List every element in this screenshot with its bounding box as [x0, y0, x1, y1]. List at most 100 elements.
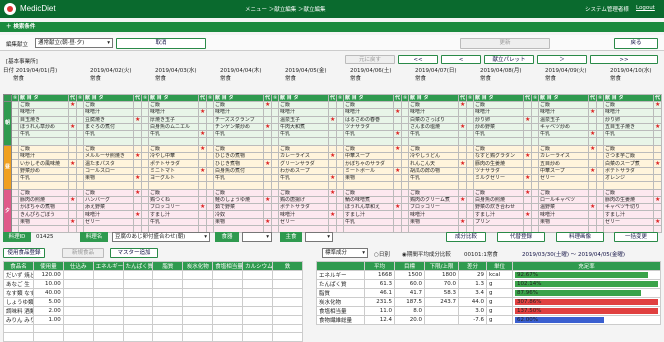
meal-dish[interactable]: カレーライス [538, 152, 589, 161]
ingredient-row[interactable]: しょうゆ類 5.00 [3, 297, 303, 307]
ingredient-cell[interactable]: みりん みりん [3, 315, 34, 325]
meal-dish[interactable]: すまし汁 [148, 210, 199, 219]
meal-dish[interactable]: ご飯 [213, 144, 264, 154]
meal-dish[interactable]: ご飯 [343, 188, 394, 197]
meal-dish[interactable]: ゼリー [278, 217, 329, 227]
meal-dish[interactable]: 鶏つくね [148, 195, 199, 205]
meal-dish[interactable]: 炒め野菜 [473, 122, 524, 132]
meal-empty-slot[interactable] [473, 181, 524, 190]
prev-week-button[interactable]: << [398, 55, 438, 64]
meal-empty-slot[interactable] [148, 137, 199, 146]
ingredient-cell[interactable]: 調味料 酒類 [3, 306, 34, 316]
meal-dish[interactable]: 白菜のさっぱり [408, 115, 459, 124]
meal-dish[interactable]: 牛乳 [343, 130, 394, 139]
meal-dish[interactable]: 味噌汁 [83, 108, 134, 117]
meal-dish[interactable]: ご飯 [18, 144, 69, 154]
meal-empty-slot[interactable] [473, 137, 524, 146]
meal-dish[interactable]: ミートボール [343, 166, 394, 175]
meal-dish[interactable]: チンゲン菜炒め [213, 122, 264, 132]
meal-dish[interactable]: キャベツ千切り [603, 203, 654, 212]
meal-dish[interactable]: 鮭のしょうゆ焼 [213, 195, 264, 205]
ingredient-empty-row[interactable] [3, 323, 303, 334]
meal-dish[interactable]: 味噌汁 [83, 210, 134, 219]
meal-dish[interactable]: 味噌汁 [213, 108, 264, 117]
staple-select[interactable] [305, 232, 333, 242]
meal-dish[interactable]: ブロッコリー [408, 203, 459, 212]
meal-dish[interactable]: 炒り卵 [603, 115, 654, 124]
compare-button[interactable]: 成分比較 [446, 232, 486, 242]
meal-dish[interactable]: はるさめの春巻 [343, 115, 394, 124]
meal-dish[interactable]: すまし汁 [343, 210, 394, 219]
ingredient-cell[interactable]: 2.00 [32, 306, 64, 316]
meal-dish[interactable]: ゼリー [83, 217, 134, 227]
meal-dish[interactable]: ミルクゼリー [473, 173, 524, 183]
meal-dish[interactable]: ポテトサラダ [148, 159, 199, 168]
meal-dish[interactable]: ご飯 [83, 188, 134, 197]
meal-dish[interactable]: ミニトマト [148, 166, 199, 175]
meal-dish[interactable]: 炒り卵 [473, 115, 524, 124]
meal-dish[interactable]: 牛肉大和煮 [278, 122, 329, 132]
meal-empty-slot[interactable] [343, 225, 394, 234]
meal-dish[interactable]: コールスロー [83, 166, 134, 175]
meal-dish[interactable]: 牛乳 [343, 217, 394, 227]
meal-dish[interactable]: 白身魚の煮付 [213, 166, 264, 175]
meal-dish[interactable]: 目玉焼き [18, 115, 69, 124]
meal-dish[interactable]: きんぴらごぼう [18, 210, 69, 219]
meal-dish[interactable]: かぼちゃの煮物 [18, 203, 69, 212]
ingredient-cell[interactable] [62, 306, 94, 316]
meal-dish[interactable]: ポテトサラダ [603, 166, 654, 175]
meal-dish[interactable]: 果物 [18, 217, 69, 227]
ingredient-row[interactable]: 調味料 酒類 2.00 [3, 306, 303, 316]
ingredient-cell[interactable]: なす類 なす [3, 288, 34, 298]
bulk-change-button[interactable]: 一括変更 [614, 232, 658, 242]
meal-empty-slot[interactable] [408, 137, 459, 146]
meal-dish[interactable]: ツナサラダ [473, 166, 524, 175]
ingredient-cell[interactable] [62, 270, 94, 280]
meal-dish[interactable]: 牛乳 [213, 130, 264, 139]
meal-dish[interactable]: キャベツ炒め [538, 122, 589, 132]
meal-dish[interactable]: 味噌汁 [278, 108, 329, 117]
ingredient-cell[interactable] [62, 288, 94, 298]
meal-dish[interactable]: 中華スープ [538, 166, 589, 175]
meal-dish[interactable]: 牛乳 [83, 130, 134, 139]
meal-dish[interactable]: ご飯 [213, 188, 264, 197]
ingredient-cell[interactable]: 5.00 [32, 297, 64, 307]
meal-dish[interactable]: メルルーサ照焼き [83, 152, 134, 161]
meal-dish[interactable]: ほうれん草炒め [18, 122, 69, 132]
ingredient-row[interactable]: なす類 なす 40.00 [3, 288, 303, 298]
meal-dish[interactable]: 味噌汁 [18, 108, 69, 117]
meal-dish[interactable]: 温泉玉子 [538, 115, 589, 124]
meal-dish[interactable]: 冷やし中華 [148, 152, 199, 161]
ingredient-row[interactable]: だいず 焼ど 120.00 [3, 270, 303, 280]
meal-dish[interactable]: ひじきの煮物 [213, 152, 264, 161]
ingredient-cell[interactable]: 120.00 [32, 270, 64, 280]
meal-empty-slot[interactable] [18, 137, 69, 146]
meal-dish[interactable]: わかめスープ [278, 166, 329, 175]
meal-empty-slot[interactable] [408, 181, 459, 190]
ingredient-cell[interactable] [62, 315, 94, 325]
edit-menu-select[interactable]: 通常献立(朝·昼·夕) [35, 38, 113, 48]
meal-dish[interactable]: ご飯 [408, 188, 459, 197]
meal-empty-slot[interactable] [278, 181, 329, 190]
meal-dish[interactable]: ご飯 [473, 100, 524, 110]
meal-dish[interactable]: ゼリー [538, 173, 589, 183]
meal-dish[interactable]: 果物 [213, 217, 264, 227]
ingredient-cell[interactable]: だいず 焼ど [3, 270, 34, 280]
meal-dish[interactable]: ご飯 [278, 144, 329, 154]
meal-dish[interactable]: ご飯 [148, 188, 199, 197]
meal-dish[interactable]: 温野菜 [538, 203, 589, 212]
meal-dish[interactable]: まぐろの煮付 [83, 122, 134, 132]
meal-dish[interactable]: ポテトサラダ [278, 203, 329, 212]
ingredient-cell[interactable]: 1.00 [32, 315, 64, 325]
substitute-button[interactable]: 代替登録 [497, 232, 545, 242]
meal-dish[interactable]: 牛乳 [18, 130, 69, 139]
meal-dish[interactable]: 胡瓜の酢の物 [408, 166, 459, 175]
meal-dish[interactable]: ご飯 [408, 100, 459, 110]
back-button[interactable]: 戻る [614, 38, 658, 49]
meal-dish[interactable]: ご飯 [603, 100, 654, 110]
ingredient-cell[interactable] [62, 297, 94, 307]
meal-dish[interactable]: ツナサラダ [343, 122, 394, 132]
meal-dish[interactable]: ご飯 [603, 144, 654, 154]
nutrient-mode-select[interactable]: 標準成分 [322, 248, 368, 258]
meal-dish[interactable]: ご飯 [538, 188, 589, 197]
